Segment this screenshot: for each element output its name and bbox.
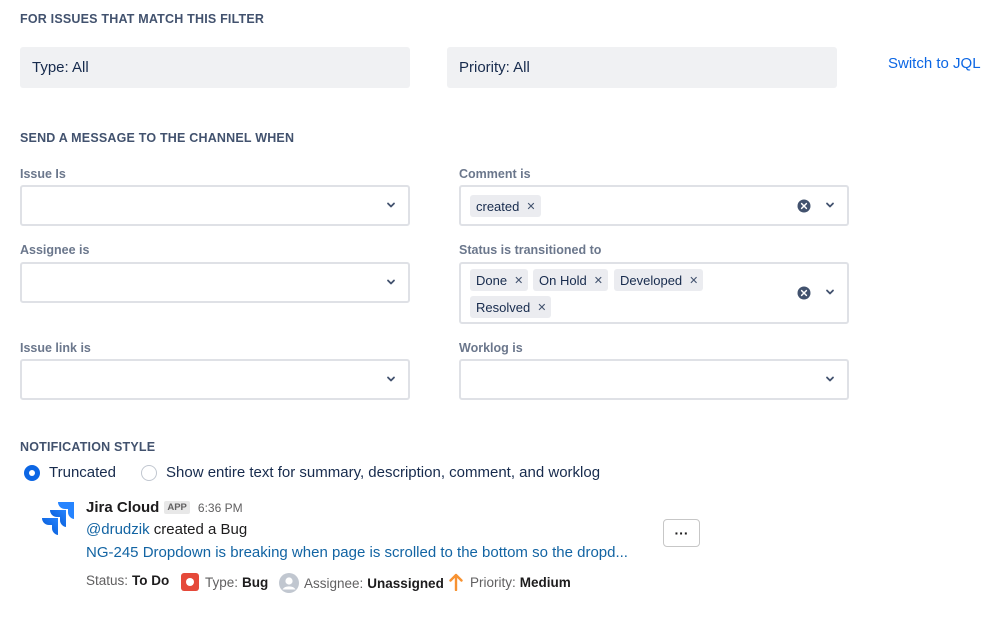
radio-selected-icon[interactable] xyxy=(24,464,40,481)
jira-logo-icon xyxy=(42,502,74,535)
switch-to-jql-link[interactable]: Switch to JQL xyxy=(888,55,981,72)
radio-unselected-icon[interactable] xyxy=(141,464,157,481)
chevron-down-icon xyxy=(387,376,395,381)
status-value: To Do xyxy=(132,573,170,588)
chevron-down-icon xyxy=(387,279,395,284)
avatar-icon xyxy=(279,573,299,593)
radio-show-entire-text[interactable]: Show entire text for summary, descriptio… xyxy=(141,464,600,481)
type-label: Type: xyxy=(205,574,239,590)
priority-filter-button[interactable]: Priority: All xyxy=(447,47,837,88)
issue-is-label: Issue Is xyxy=(20,167,66,181)
chip-created: created ✕ xyxy=(470,195,541,217)
meta-assignee: Assignee: Unassigned xyxy=(279,573,444,593)
meta-type: Type: Bug xyxy=(181,573,268,591)
send-section-title: SEND A MESSAGE TO THE CHANNEL WHEN xyxy=(20,131,295,145)
priority-filter-label: Priority: All xyxy=(459,59,530,76)
priority-label: Priority: xyxy=(470,574,516,590)
message-text: @drudzik created a Bug xyxy=(86,521,247,538)
remove-chip-icon[interactable]: ✕ xyxy=(537,301,546,314)
more-actions-button[interactable]: ··· xyxy=(663,519,700,547)
type-filter-label: Type: All xyxy=(32,59,89,76)
chevron-down-icon xyxy=(826,376,834,381)
chevron-down-icon[interactable] xyxy=(825,287,835,297)
remove-chip-icon[interactable]: ✕ xyxy=(526,200,535,213)
assignee-is-label: Assignee is xyxy=(20,243,90,257)
remove-chip-icon[interactable]: ✕ xyxy=(594,274,603,287)
status-transitioned-label: Status is transitioned to xyxy=(459,243,602,257)
meta-priority: Priority: Medium xyxy=(449,573,571,591)
chip-done: Done ✕ xyxy=(470,269,529,291)
remove-chip-icon[interactable]: ✕ xyxy=(689,274,698,287)
clear-icon[interactable] xyxy=(797,286,811,300)
clear-icon[interactable] xyxy=(797,199,811,213)
message-action: created a Bug xyxy=(149,521,248,538)
app-name[interactable]: Jira Cloud xyxy=(86,499,159,516)
issue-is-select[interactable] xyxy=(20,185,410,226)
message-time[interactable]: 6:36 PM xyxy=(198,501,243,515)
app-badge: APP xyxy=(164,501,190,514)
assignee-value: Unassigned xyxy=(367,575,444,591)
chip-developed: Developed ✕ xyxy=(614,269,704,291)
issue-link-is-label: Issue link is xyxy=(20,341,91,355)
radio-label: Truncated xyxy=(49,464,116,481)
bug-icon xyxy=(181,573,199,591)
status-transitioned-select[interactable]: Done ✕ On Hold ✕ Developed ✕ Resolved ✕ xyxy=(459,262,849,324)
status-label: Status: xyxy=(86,573,129,588)
issue-link[interactable]: NG-245 Dropdown is breaking when page is… xyxy=(86,544,628,561)
chevron-down-icon[interactable] xyxy=(825,200,835,210)
priority-value: Medium xyxy=(519,574,571,590)
comment-is-label: Comment is xyxy=(459,167,531,181)
type-value: Bug xyxy=(242,574,269,590)
meta-status: Status: To Do xyxy=(86,573,169,588)
remove-chip-icon[interactable]: ✕ xyxy=(514,274,523,287)
chip-resolved: Resolved ✕ xyxy=(470,296,552,318)
comment-is-select[interactable]: created ✕ xyxy=(459,185,849,226)
chevron-down-icon xyxy=(387,202,395,207)
notification-section-title: NOTIFICATION STYLE xyxy=(20,440,156,454)
chip-label: Resolved xyxy=(476,299,531,315)
arrow-up-icon xyxy=(449,573,463,591)
radio-label: Show entire text for summary, descriptio… xyxy=(166,464,601,481)
chip-label: Done xyxy=(476,272,508,288)
assignee-label: Assignee: xyxy=(304,575,364,591)
issue-link-is-select[interactable] xyxy=(20,359,410,400)
chip-label: On Hold xyxy=(539,272,587,288)
worklog-is-label: Worklog is xyxy=(459,341,523,355)
chip-on-hold: On Hold ✕ xyxy=(533,269,608,291)
assignee-is-select[interactable] xyxy=(20,262,410,303)
chip-label: created xyxy=(476,198,520,214)
message-header: Jira Cloud APP 6:36 PM xyxy=(86,499,243,516)
chip-label: Developed xyxy=(620,272,683,288)
filter-section-title: FOR ISSUES THAT MATCH THIS FILTER xyxy=(20,12,265,26)
more-icon: ··· xyxy=(674,525,689,541)
user-mention[interactable]: @drudzik xyxy=(86,521,150,538)
type-filter-button[interactable]: Type: All xyxy=(20,47,410,88)
radio-truncated[interactable]: Truncated xyxy=(24,464,116,481)
worklog-is-select[interactable] xyxy=(459,359,849,400)
